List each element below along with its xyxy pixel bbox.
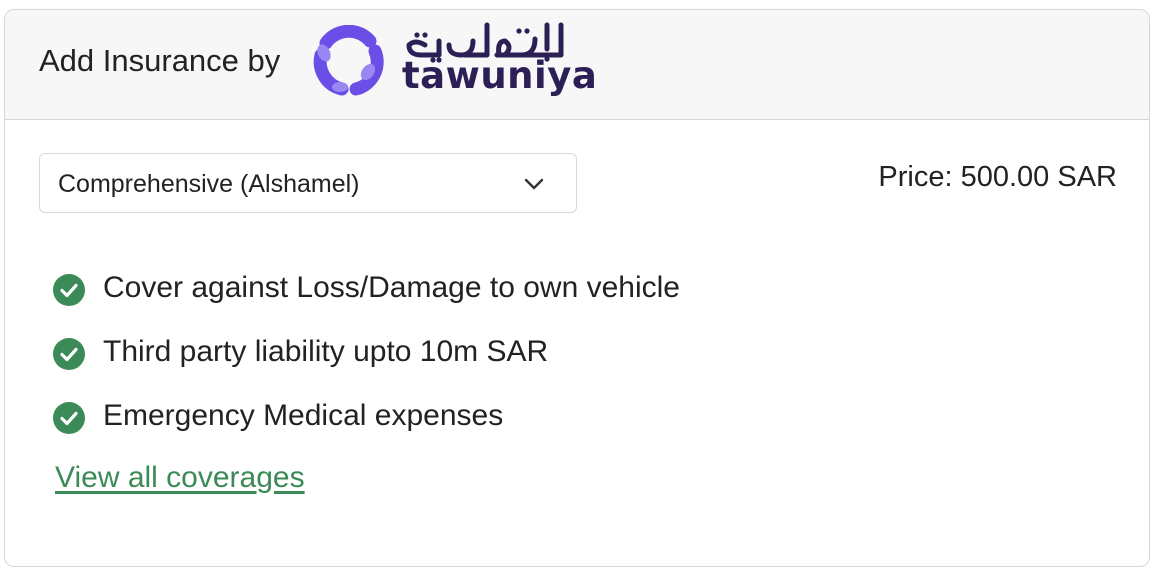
tawuniya-logo-icon bbox=[313, 25, 384, 96]
plan-select-value: Comprehensive (Alshamel) bbox=[58, 170, 360, 198]
card-header: Add Insurance by tawuniya bbox=[5, 10, 1149, 120]
header-title: Add Insurance by bbox=[39, 43, 281, 78]
view-all-coverages-link[interactable]: View all coverages bbox=[55, 461, 305, 495]
check-circle-icon bbox=[53, 402, 85, 434]
brand-wordmark: tawuniya bbox=[402, 54, 598, 97]
coverage-label: Third party liability upto 10m SAR bbox=[103, 335, 549, 368]
check-circle-icon bbox=[53, 338, 85, 370]
chevron-down-icon bbox=[524, 178, 544, 190]
price-label: Price: 500.00 SAR bbox=[878, 161, 1117, 193]
insurance-card: Add Insurance by tawuniya Comprehensive … bbox=[4, 9, 1150, 567]
check-circle-icon bbox=[53, 274, 85, 306]
plan-select[interactable]: Comprehensive (Alshamel) bbox=[39, 153, 577, 213]
coverage-label: Emergency Medical expenses bbox=[103, 399, 504, 432]
coverage-label: Cover against Loss/Damage to own vehicle bbox=[103, 271, 680, 304]
